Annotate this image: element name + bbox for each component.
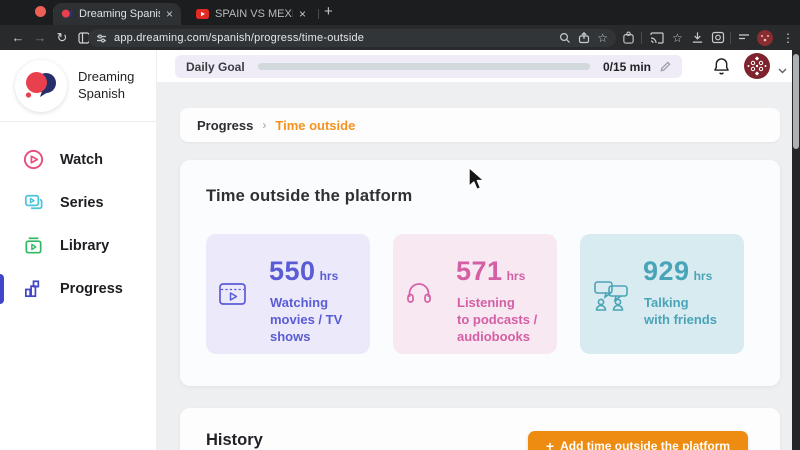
- daily-goal-value: 0/15 min: [602, 59, 651, 74]
- forward-icon[interactable]: →: [30, 25, 50, 50]
- notifications-bell-icon[interactable]: [713, 57, 730, 80]
- sidebar-item-series[interactable]: Series: [0, 181, 156, 224]
- stat-value: 929: [643, 256, 690, 286]
- browser-toolbar: ← → ↻ app.dreaming.com/spanish/progress/…: [0, 25, 800, 50]
- edit-goal-icon[interactable]: [660, 61, 671, 72]
- watch-icon: [21, 148, 45, 171]
- close-window-button[interactable]: [35, 6, 46, 17]
- add-time-outside-label: Add time outside the platform: [560, 439, 731, 450]
- breadcrumb-separator: ›: [262, 118, 267, 132]
- brand[interactable]: Dreaming Spanish: [0, 50, 156, 122]
- sidebar-item-label: Watch: [60, 151, 103, 168]
- tune-icon[interactable]: [96, 33, 107, 44]
- stat-unit: hrs: [506, 269, 526, 283]
- toolbar-separator: [641, 31, 642, 44]
- headphones-icon: [405, 280, 433, 311]
- page-scrollbar[interactable]: [792, 50, 800, 450]
- toolbar-separator: [730, 31, 731, 44]
- breadcrumb-current: Time outside: [275, 117, 356, 133]
- daily-goal-progressbar: [257, 63, 590, 70]
- cast-icon[interactable]: [650, 25, 664, 50]
- stat-unit: hrs: [319, 269, 339, 283]
- download-icon[interactable]: [691, 25, 704, 50]
- series-icon: [21, 191, 45, 214]
- sidebar-item-label: Series: [60, 194, 104, 211]
- scrollbar-thumb[interactable]: [793, 54, 799, 149]
- url-text[interactable]: app.dreaming.com/spanish/progress/time-o…: [114, 32, 552, 44]
- bookmark-icon[interactable]: ☆: [597, 32, 608, 44]
- stat-card-talking: 929 hrs Talking with friends: [580, 234, 744, 354]
- library-icon: [21, 234, 45, 257]
- zoom-icon[interactable]: [559, 32, 571, 44]
- stat-value: 550: [269, 256, 316, 286]
- time-outside-card: Time outside the platform 550 hrs Watchi…: [180, 160, 780, 386]
- people-talking-icon: [592, 280, 634, 317]
- search-tabs-icon[interactable]: [711, 25, 725, 50]
- sidebar: Dreaming Spanish Watch Series Library Pr…: [0, 50, 157, 450]
- browser-chrome: Dreaming Spanish × SPAIN VS MEXICO: Can …: [0, 0, 800, 50]
- extension-star-icon[interactable]: ☆: [672, 25, 683, 50]
- stat-card-listening: 571 hrs Listening to podcasts / audioboo…: [393, 234, 557, 354]
- plus-icon: +: [545, 438, 555, 450]
- close-tab-icon[interactable]: ×: [166, 8, 173, 20]
- breadcrumb-progress-link[interactable]: Progress: [197, 118, 253, 133]
- new-tab-button[interactable]: +: [324, 3, 333, 20]
- stat-value: 571: [456, 256, 503, 286]
- stat-label: Talking with friends: [644, 295, 717, 328]
- movie-icon: [218, 280, 248, 313]
- sidebar-nav: Watch Series Library Progress: [0, 122, 156, 310]
- close-tab-icon[interactable]: ×: [299, 8, 306, 20]
- sidebar-item-library[interactable]: Library: [0, 224, 156, 267]
- tab-title: SPAIN VS MEXICO: Can We E: [215, 8, 293, 20]
- add-time-outside-button[interactable]: + Add time outside the platform: [528, 431, 748, 450]
- screen: Dreaming Spanish × SPAIN VS MEXICO: Can …: [0, 0, 800, 450]
- progress-icon: [21, 277, 45, 300]
- reload-icon[interactable]: ↻: [52, 25, 72, 50]
- breadcrumb: Progress › Time outside: [180, 108, 780, 142]
- back-icon[interactable]: ←: [8, 25, 28, 50]
- stat-label: Watching movies / TV shows: [270, 295, 343, 345]
- sidebar-item-progress[interactable]: Progress: [0, 267, 156, 310]
- tab-title: Dreaming Spanish: [79, 8, 160, 20]
- brand-name: Dreaming Spanish: [78, 68, 135, 101]
- page-title: Time outside the platform: [206, 187, 413, 205]
- stat-unit: hrs: [693, 269, 713, 283]
- browser-tab-youtube[interactable]: SPAIN VS MEXICO: Can We E ×: [188, 3, 314, 25]
- stats-row: 550 hrs Watching movies / TV shows 571 h…: [206, 234, 744, 354]
- extensions-icon[interactable]: [622, 25, 635, 50]
- dreaming-spanish-logo-icon: [15, 59, 67, 112]
- chevron-down-icon[interactable]: [778, 61, 787, 79]
- app-header: Daily Goal 0/15 min: [157, 50, 800, 82]
- reading-list-icon[interactable]: [738, 25, 750, 50]
- user-avatar[interactable]: [744, 53, 770, 84]
- browser-menu-icon[interactable]: ⋮: [782, 25, 794, 50]
- stat-label: Listening to podcasts / audiobooks: [457, 295, 538, 345]
- dreaming-spanish-favicon: [61, 9, 73, 18]
- browser-profile-avatar[interactable]: [757, 25, 773, 50]
- sidebar-item-label: Library: [60, 237, 110, 254]
- browser-tab-dreaming-spanish[interactable]: Dreaming Spanish ×: [53, 3, 181, 25]
- daily-goal-label: Daily Goal: [186, 59, 245, 74]
- stat-card-watching: 550 hrs Watching movies / TV shows: [206, 234, 370, 354]
- share-icon[interactable]: [578, 32, 590, 44]
- tab-separator: [318, 9, 319, 19]
- youtube-favicon: [196, 9, 209, 19]
- address-bar[interactable]: app.dreaming.com/spanish/progress/time-o…: [88, 29, 616, 47]
- sidebar-item-label: Progress: [60, 280, 123, 297]
- sidebar-item-watch[interactable]: Watch: [0, 138, 156, 181]
- daily-goal-widget: Daily Goal 0/15 min: [175, 55, 682, 78]
